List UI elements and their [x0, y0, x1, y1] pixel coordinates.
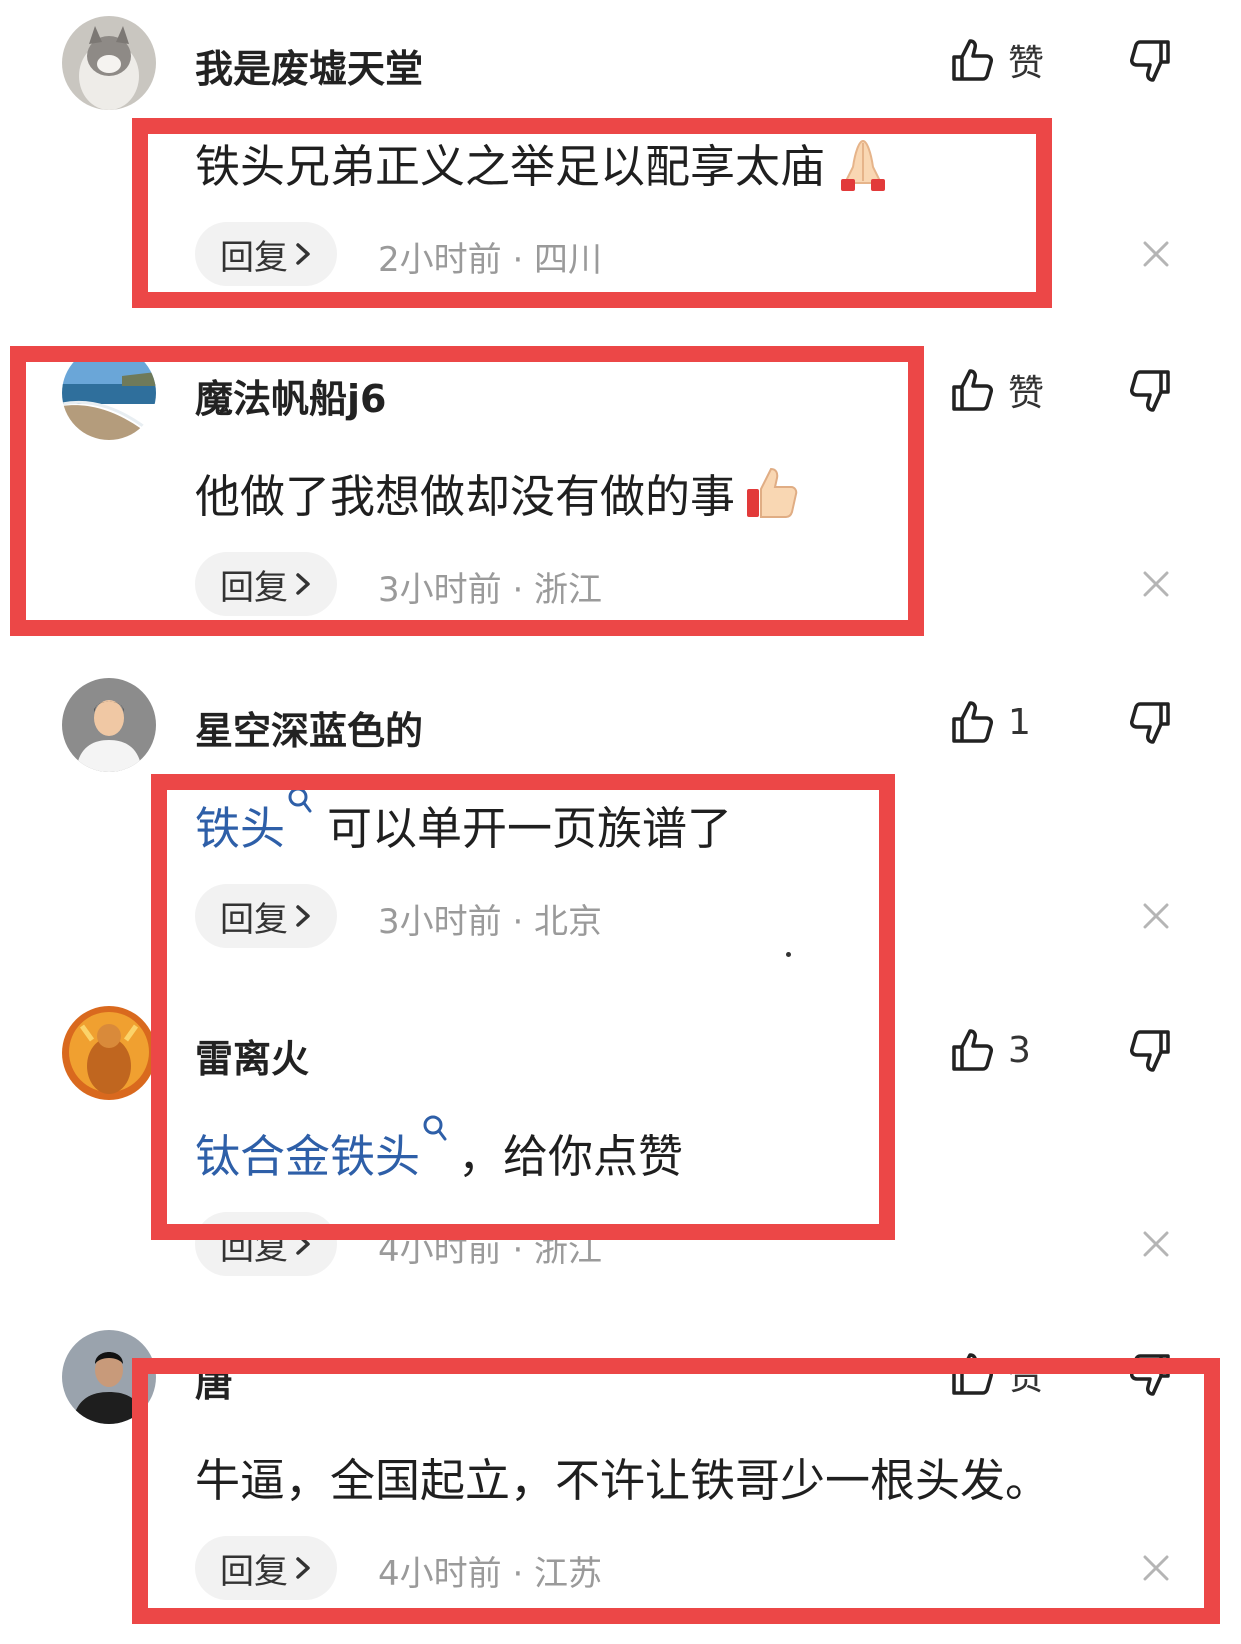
reply-label: 回复 [220, 237, 288, 278]
comment-body: 可以单开一页族谱了 [327, 802, 733, 855]
comment-meta: 4小时前 · 江苏 [378, 1554, 603, 1594]
comment-meta: 3小时前 · 浙江 [378, 570, 603, 610]
comment-body: 牛逼，全国起立，不许让铁哥少一根头发。 [195, 1454, 1051, 1507]
chevron-right-icon [294, 1231, 312, 1257]
like-count: 3 [1008, 1029, 1031, 1071]
dismiss-button[interactable] [1140, 238, 1172, 270]
chevron-right-icon [294, 903, 312, 929]
comment-body: ，给你点赞 [458, 1130, 684, 1183]
thumbs-up-icon [950, 1027, 994, 1073]
close-icon [1140, 900, 1172, 932]
like-button[interactable]: 1 [950, 694, 1031, 750]
keyword-link-text: 钛合金铁头 [195, 1130, 421, 1183]
like-count: 1 [1008, 701, 1031, 743]
cat-avatar[interactable] [62, 16, 156, 110]
thumbs-up-icon [950, 367, 994, 413]
dismiss-button[interactable] [1140, 1552, 1172, 1584]
dismiss-button[interactable] [1140, 568, 1172, 600]
comment-meta: 3小时前 · 北京 [378, 902, 603, 942]
dislike-button[interactable] [1130, 38, 1176, 84]
comment-item: 星空深蓝色的 1 铁头 可以单开一页族谱了 回复 3小时前 · 北京 [0, 662, 1241, 992]
comment-text: 铁头 可以单开一页族谱了 [195, 792, 732, 857]
reply-label: 回复 [220, 899, 288, 940]
reply-button[interactable]: 回复 [195, 552, 337, 616]
username[interactable]: 唐 [195, 1352, 233, 1407]
thumbs-down-icon [1130, 1028, 1176, 1074]
comment-meta: 4小时前 · 浙江 [378, 1230, 603, 1270]
close-icon [1140, 1552, 1172, 1584]
comment-item: 我是废墟天堂 赞 铁头兄弟正义之举足以配享太庙 回复 2小时前 · 四川 [0, 0, 1241, 330]
like-label: 赞 [1008, 1357, 1045, 1398]
like-label: 赞 [1008, 373, 1045, 414]
reply-button[interactable]: 回复 [195, 1536, 337, 1600]
reply-button[interactable]: 回复 [195, 1212, 337, 1276]
dark-portrait-avatar[interactable] [62, 1330, 156, 1424]
chevron-right-icon [294, 571, 312, 597]
thumbs-up-icon [950, 1351, 994, 1397]
close-icon [1140, 1228, 1172, 1260]
username[interactable]: 魔法帆船j6 [195, 368, 386, 423]
reply-label: 回复 [220, 1227, 288, 1268]
thumbs-down-icon [1130, 38, 1176, 84]
search-icon [287, 786, 313, 816]
thumbs-up-icon [950, 37, 994, 83]
comment-text: 牛逼，全国起立，不许让铁哥少一根头发。 [195, 1444, 1050, 1509]
thumbs-up-icon [950, 699, 994, 745]
close-icon [1140, 238, 1172, 270]
like-label: 赞 [1008, 43, 1045, 84]
comment-body: 他做了我想做却没有做的事 [195, 470, 736, 523]
stray-dot [786, 952, 791, 957]
reply-button[interactable]: 回复 [195, 222, 337, 286]
dislike-button[interactable] [1130, 368, 1176, 414]
keyword-link[interactable]: 铁头 [195, 792, 313, 857]
thumbs-up-emoji [747, 467, 798, 518]
beach-avatar[interactable] [62, 346, 156, 440]
thumbs-down-icon [1130, 1352, 1176, 1398]
dislike-button[interactable] [1130, 700, 1176, 746]
dismiss-button[interactable] [1140, 900, 1172, 932]
keyword-link-text: 铁头 [195, 802, 286, 855]
thumbs-down-icon [1130, 368, 1176, 414]
reply-label: 回复 [220, 567, 288, 608]
folded-hands-emoji [841, 139, 886, 191]
man-avatar[interactable] [62, 678, 156, 772]
like-button[interactable]: 赞 [950, 362, 1044, 418]
comment-meta: 2小时前 · 四川 [378, 240, 603, 280]
comment-item: 魔法帆船j6 赞 他做了我想做却没有做的事 回复 3小时前 · 浙江 [0, 330, 1241, 660]
chevron-right-icon [294, 241, 312, 267]
like-button[interactable]: 3 [950, 1022, 1031, 1078]
comment-text: 钛合金铁头 ，给你点赞 [195, 1120, 683, 1185]
comment-item: 雷离火 3 钛合金铁头 ，给你点赞 回复 4小时前 · 浙江 [0, 990, 1241, 1320]
keyword-link[interactable]: 钛合金铁头 [195, 1120, 448, 1185]
username[interactable]: 我是废墟天堂 [195, 38, 423, 93]
dislike-button[interactable] [1130, 1028, 1176, 1074]
thumbs-down-icon [1130, 700, 1176, 746]
search-icon [422, 1114, 448, 1144]
comment-text: 铁头兄弟正义之举足以配享太庙 [195, 130, 893, 195]
statue-avatar[interactable] [62, 1006, 156, 1100]
reply-label: 回复 [220, 1551, 288, 1592]
username[interactable]: 雷离火 [195, 1028, 309, 1083]
comment-body: 铁头兄弟正义之举足以配享太庙 [195, 140, 826, 193]
close-icon [1140, 568, 1172, 600]
chevron-right-icon [294, 1555, 312, 1581]
dismiss-button[interactable] [1140, 1228, 1172, 1260]
username[interactable]: 星空深蓝色的 [195, 700, 423, 755]
like-button[interactable]: 赞 [950, 32, 1044, 88]
dislike-button[interactable] [1130, 1352, 1176, 1398]
reply-button[interactable]: 回复 [195, 884, 337, 948]
comment-text: 他做了我想做却没有做的事 [195, 460, 803, 525]
like-button[interactable]: 赞 [950, 1346, 1044, 1402]
comment-item: 唐 赞 牛逼，全国起立，不许让铁哥少一根头发。 回复 4小时前 · 江苏 [0, 1314, 1241, 1644]
